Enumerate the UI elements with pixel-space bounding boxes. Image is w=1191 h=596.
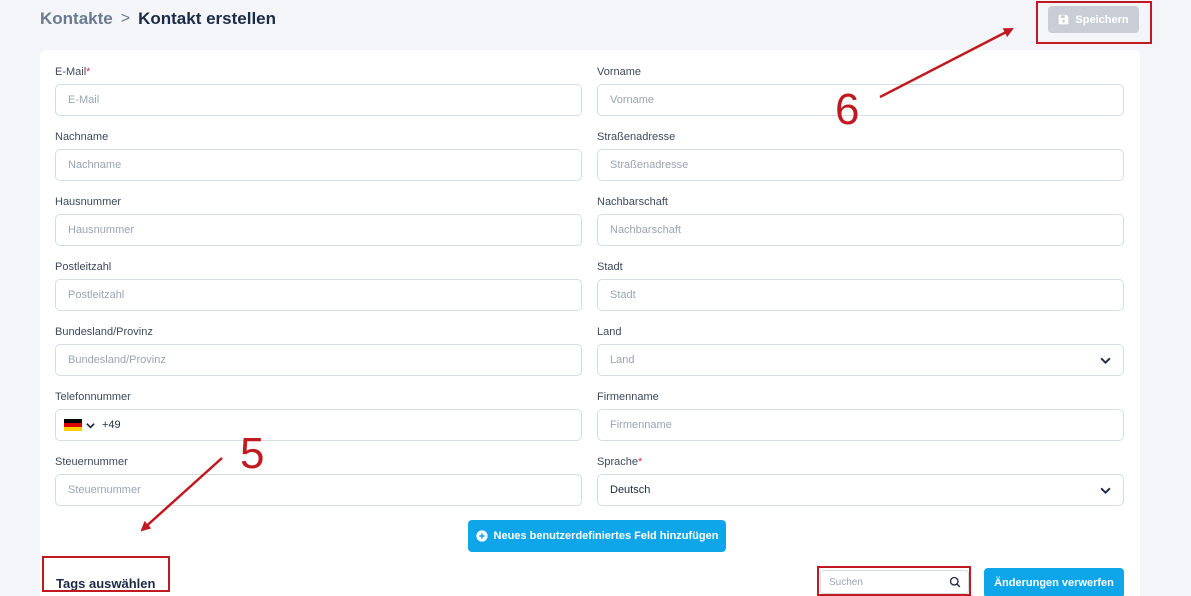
email-label: E-Mail* xyxy=(55,66,91,78)
nachbarschaft-input[interactable]: Nachbarschaft xyxy=(597,214,1124,246)
hausnummer-input[interactable]: Hausnummer xyxy=(55,214,582,246)
strasse-placeholder: Straßenadresse xyxy=(610,159,689,171)
postleitzahl-field-group: Postleitzahl Postleitzahl xyxy=(55,260,582,311)
strasse-input[interactable]: Straßenadresse xyxy=(597,149,1124,181)
vorname-label: Vorname xyxy=(597,66,642,78)
firmenname-label: Firmenname xyxy=(597,391,659,403)
land-placeholder: Land xyxy=(610,354,635,366)
phone-country-code: +49 xyxy=(102,419,121,431)
nachname-label: Nachname xyxy=(55,131,109,143)
firmenname-field-group: Firmenname Firmenname xyxy=(597,390,1124,441)
land-label: Land xyxy=(597,326,622,338)
search-placeholder: Suchen xyxy=(829,576,863,588)
nachbarschaft-placeholder: Nachbarschaft xyxy=(610,224,681,236)
postleitzahl-input[interactable]: Postleitzahl xyxy=(55,279,582,311)
steuernummer-field-group: Steuernummer Steuernummer xyxy=(55,455,582,506)
stadt-field-group: Stadt Stadt xyxy=(597,260,1124,311)
stadt-input[interactable]: Stadt xyxy=(597,279,1124,311)
breadcrumb-kontakte-link[interactable]: Kontakte xyxy=(40,9,113,29)
email-input[interactable]: E-Mail xyxy=(55,84,582,116)
land-field-group: Land Land xyxy=(597,325,1124,376)
postleitzahl-placeholder: Postleitzahl xyxy=(68,289,125,301)
hausnummer-field-group: Hausnummer Hausnummer xyxy=(55,195,582,246)
nachbarschaft-field-group: Nachbarschaft Nachbarschaft xyxy=(597,195,1124,246)
hausnummer-placeholder: Hausnummer xyxy=(68,224,135,236)
breadcrumb-separator: > xyxy=(120,10,131,27)
discard-changes-label: Änderungen verwerfen xyxy=(994,577,1114,589)
discard-changes-button[interactable]: Änderungen verwerfen xyxy=(984,568,1124,596)
land-select[interactable]: Land xyxy=(597,344,1124,376)
stadt-label: Stadt xyxy=(597,261,623,273)
vorname-placeholder: Vorname xyxy=(610,94,655,106)
bundesland-placeholder: Bundesland/Provinz xyxy=(68,354,166,366)
chevron-down-icon xyxy=(1100,487,1111,495)
sprache-select[interactable]: Deutsch xyxy=(597,474,1124,506)
chevron-down-icon[interactable] xyxy=(85,420,96,431)
save-button[interactable]: Speichern xyxy=(1048,6,1139,33)
nachname-field-group: Nachname Nachname xyxy=(55,130,582,181)
firmenname-input[interactable]: Firmenname xyxy=(597,409,1124,441)
strasse-field-group: Straßenadresse Straßenadresse xyxy=(597,130,1124,181)
vorname-field-group: Vorname Vorname xyxy=(597,65,1124,116)
page-title: Kontakt erstellen xyxy=(138,9,277,28)
add-custom-field-label: Neues benutzerdefiniertes Feld hinzufüge… xyxy=(493,530,719,542)
nachname-input[interactable]: Nachname xyxy=(55,149,582,181)
steuernummer-placeholder: Steuernummer xyxy=(68,484,141,496)
sprache-field-group: Sprache* Deutsch xyxy=(597,455,1124,506)
sprache-value: Deutsch xyxy=(610,484,651,496)
hausnummer-label: Hausnummer xyxy=(55,196,122,208)
annotation-number-six: 6 xyxy=(835,85,860,134)
strasse-label: Straßenadresse xyxy=(597,131,676,143)
nachbarschaft-label: Nachbarschaft xyxy=(597,196,668,208)
germany-flag-icon[interactable] xyxy=(64,419,82,431)
save-button-label: Speichern xyxy=(1075,13,1129,26)
telefon-label: Telefonnummer xyxy=(55,391,131,403)
floppy-disk-icon xyxy=(1059,14,1069,25)
vorname-input[interactable]: Vorname xyxy=(597,84,1124,116)
tags-section-title: Tags auswählen xyxy=(56,576,156,591)
sprache-label: Sprache* xyxy=(597,456,643,468)
plus-circle-icon xyxy=(475,530,488,542)
bundesland-input[interactable]: Bundesland/Provinz xyxy=(55,344,582,376)
firmenname-placeholder: Firmenname xyxy=(610,419,672,431)
stadt-placeholder: Stadt xyxy=(610,289,636,301)
breadcrumb: Kontakte > Kontakt erstellen xyxy=(40,9,276,29)
nachname-placeholder: Nachname xyxy=(68,159,122,171)
annotation-number-five: 5 xyxy=(240,429,265,478)
email-field-group: E-Mail* E-Mail xyxy=(55,65,582,116)
telefon-field-group: Telefonnummer +49 xyxy=(55,390,582,441)
chevron-down-icon xyxy=(1100,357,1111,365)
bundesland-field-group: Bundesland/Provinz Bundesland/Provinz xyxy=(55,325,582,376)
email-placeholder: E-Mail xyxy=(68,94,100,106)
search-icon[interactable] xyxy=(949,576,961,588)
add-custom-field-button[interactable]: Neues benutzerdefiniertes Feld hinzufüge… xyxy=(468,520,726,552)
steuernummer-label: Steuernummer xyxy=(55,456,128,468)
steuernummer-input[interactable]: Steuernummer xyxy=(55,474,582,506)
telefon-input[interactable]: +49 xyxy=(55,409,582,441)
tags-search-input[interactable]: Suchen xyxy=(820,570,969,594)
postleitzahl-label: Postleitzahl xyxy=(55,261,112,273)
bundesland-label: Bundesland/Provinz xyxy=(55,326,153,338)
